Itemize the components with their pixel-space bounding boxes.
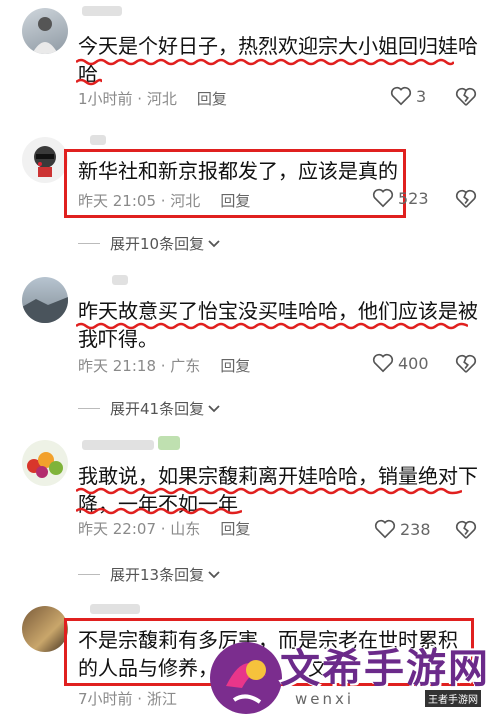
chevron-down-icon (208, 239, 220, 247)
expand-replies-button[interactable]: 展开10条回复 (78, 233, 221, 254)
red-wavy-underline (76, 487, 462, 495)
badge (158, 436, 180, 450)
divider (78, 243, 100, 244)
avatar[interactable] (22, 440, 68, 486)
broken-heart-icon[interactable] (455, 520, 477, 540)
like-count: 238 (400, 519, 431, 539)
heart-icon (372, 188, 394, 208)
broken-heart-icon[interactable] (455, 354, 477, 374)
watermark-badge: 王者手游网 (425, 690, 481, 707)
avatar[interactable] (22, 277, 68, 323)
watermark-subtitle: wenxi (295, 690, 355, 708)
like-button[interactable]: 238 (374, 519, 431, 539)
timestamp-location: 昨天 21:05 · 河北 (78, 192, 201, 210)
logo-icon (210, 642, 282, 714)
site-watermark: 文希手游网 wenxi 王者手游网 (200, 630, 500, 725)
cartoon-avatar-icon (34, 146, 56, 177)
username (90, 135, 106, 145)
comment-meta: 1小时前 · 河北 回复 (78, 88, 227, 109)
red-wavy-underline (76, 507, 242, 515)
expand-replies-button[interactable]: 展开13条回复 (78, 564, 221, 585)
heart-icon (372, 353, 394, 373)
comment-meta: 昨天 21:18 · 广东 回复 (78, 355, 250, 376)
reply-button[interactable]: 回复 (197, 90, 227, 108)
timestamp-location: 昨天 21:18 · 广东 (78, 357, 201, 375)
divider (78, 574, 100, 575)
fruit-basket-icon (27, 452, 63, 478)
username (82, 440, 154, 450)
broken-heart-icon[interactable] (455, 189, 477, 209)
red-wavy-underline (76, 58, 454, 66)
like-count: 400 (398, 353, 429, 373)
username (82, 6, 122, 16)
expand-replies-label: 展开13条回复 (110, 566, 205, 584)
comment-meta: 昨天 21:05 · 河北 回复 (78, 190, 250, 211)
reply-button[interactable]: 回复 (220, 520, 250, 538)
username (112, 275, 128, 285)
comment-meta: 7小时前 · 浙江 (78, 688, 177, 709)
timestamp-location: 昨天 22:07 · 山东 (78, 520, 201, 538)
timestamp-location: 7小时前 · 浙江 (78, 690, 177, 708)
avatar[interactable] (22, 606, 68, 652)
watermark-title: 文希手游网 (280, 646, 490, 692)
timestamp-location: 1小时前 · 河北 (78, 90, 177, 108)
user-figure-icon (32, 17, 58, 54)
red-wavy-underline (76, 322, 468, 330)
comment-text: 新华社和新京报都发了，应该是真的 (78, 159, 398, 183)
heart-icon (390, 86, 412, 106)
avatar[interactable] (22, 137, 68, 183)
landscape-icon (22, 297, 68, 323)
like-button[interactable]: 400 (372, 353, 429, 373)
divider (78, 408, 100, 409)
broken-heart-icon[interactable] (455, 87, 477, 107)
expand-replies-label: 展开41条回复 (110, 400, 205, 418)
like-count: 3 (416, 86, 427, 106)
chevron-down-icon (208, 404, 220, 412)
reply-button[interactable]: 回复 (220, 357, 250, 375)
like-button[interactable]: 523 (372, 188, 429, 208)
reply-button[interactable]: 回复 (220, 192, 250, 210)
heart-icon (374, 519, 396, 539)
username (90, 604, 140, 614)
like-count: 523 (398, 188, 429, 208)
expand-replies-label: 展开10条回复 (110, 235, 205, 253)
expand-replies-button[interactable]: 展开41条回复 (78, 398, 221, 419)
comment-meta: 昨天 22:07 · 山东 回复 (78, 518, 250, 539)
like-button[interactable]: 3 (390, 86, 426, 106)
chevron-down-icon (208, 570, 220, 578)
red-wavy-underline (76, 78, 102, 86)
avatar[interactable] (22, 8, 68, 54)
